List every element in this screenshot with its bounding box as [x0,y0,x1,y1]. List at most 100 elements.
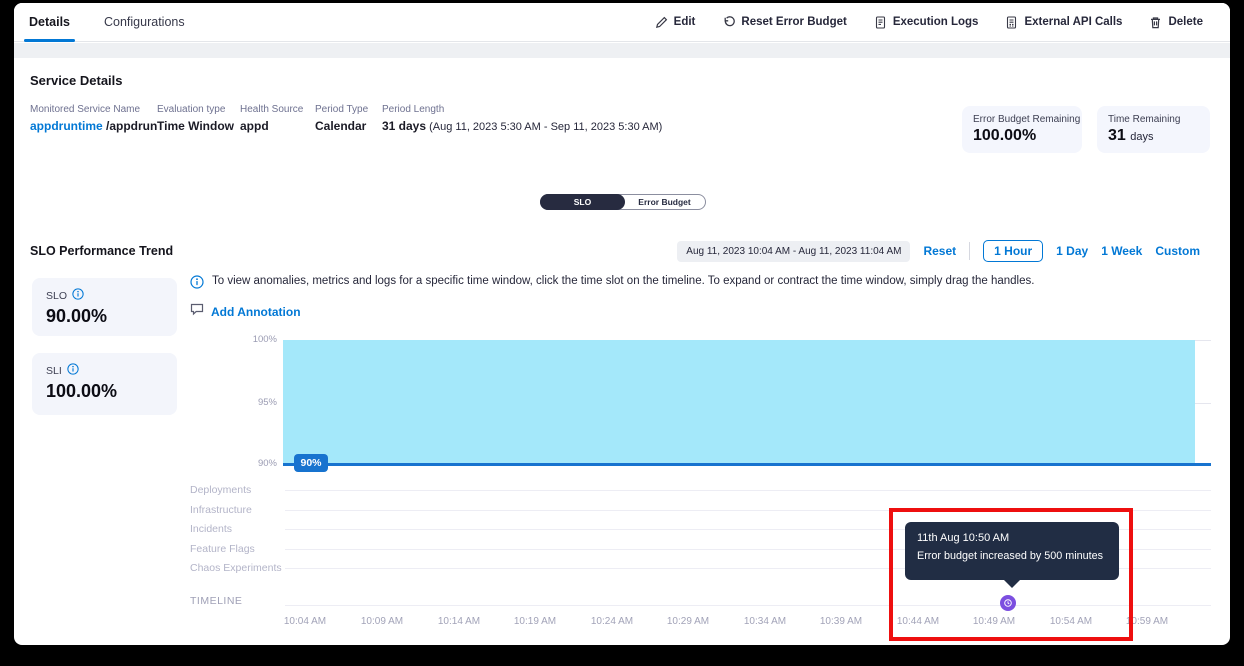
slo-value: 90.00% [46,306,163,327]
sli-value: 100.00% [46,381,163,402]
reset-error-budget-button[interactable]: Reset Error Budget [722,16,846,29]
range-1-day-button[interactable]: 1 Day [1056,244,1088,258]
external-api-calls-label: External API Calls [1024,16,1122,28]
field-period-length: Period Length 31 days (Aug 11, 2023 5:30… [382,104,662,133]
field-period-type: Period Type Calendar [315,104,368,133]
card-label: Error Budget Remaining [973,114,1071,125]
card-value: 100.00% [973,127,1071,145]
field-label: Monitored Service Name [30,104,157,115]
tab-details-label: Details [29,15,70,29]
y-tick-90: 90% [214,458,277,469]
period-length-value: 31 days [382,119,426,133]
field-label: Period Length [382,104,662,115]
active-tab-underline [24,39,75,42]
slo-target-badge: 90% [294,454,328,472]
divider [969,242,970,260]
card-value: 31 [1108,127,1126,144]
x-tick: 10:49 AM [954,616,1034,627]
section-divider-band [14,43,1230,58]
timeline-label: TIMELINE [190,595,242,607]
info-banner: To view anomalies, metrics and logs for … [190,275,1034,294]
field-label: Period Type [315,104,368,115]
pencil-icon [655,16,668,29]
execution-logs-label: Execution Logs [893,16,979,28]
field-label: Health Source [240,104,303,115]
field-monitored-service-name: Monitored Service Name appdruntime /appd… [30,104,157,133]
external-api-calls-button[interactable]: External API Calls [1005,16,1122,29]
x-tick: 10:39 AM [801,616,881,627]
toggle-option-slo[interactable]: SLO [540,194,625,210]
sli-info-icon[interactable] [67,363,79,378]
x-tick: 10:04 AM [265,616,345,627]
tab-configurations-label: Configurations [104,15,185,29]
x-tick: 10:09 AM [342,616,422,627]
info-icon [190,275,204,294]
reset-button[interactable]: Reset [923,244,956,258]
toggle-option-error-budget[interactable]: Error Budget [624,195,705,209]
x-tick: 10:24 AM [572,616,652,627]
range-1-hour-button[interactable]: 1 Hour [983,240,1043,262]
x-tick: 10:54 AM [1031,616,1111,627]
document-lines-icon [1005,16,1018,29]
period-length-dates: (Aug 11, 2023 5:30 AM - Sep 11, 2023 5:3… [426,121,662,133]
sli-label: SLI [46,365,62,377]
tooltip-caret [1004,580,1020,592]
lane-deployments: Deployments [190,484,251,496]
tab-configurations[interactable]: Configurations [99,3,190,41]
time-remaining-card: Time Remaining 31 days [1097,106,1210,153]
trash-icon [1149,16,1162,29]
slo-info-icon[interactable] [72,288,84,303]
tab-details[interactable]: Details [24,3,75,41]
top-tab-bar: Details Configurations Edit Reset Error … [14,3,1230,42]
lane-chaos-experiments: Chaos Experiments [190,562,282,574]
delete-button[interactable]: Delete [1149,16,1203,29]
field-evaluation-type: Evaluation type Time Window [157,104,234,133]
edit-button[interactable]: Edit [655,16,696,29]
x-tick: 10:14 AM [419,616,499,627]
monitored-service-suffix: /appdrun [103,119,158,133]
trend-title: SLO Performance Trend [30,244,173,258]
app-window: Details Configurations Edit Reset Error … [14,3,1230,645]
annotation-marker-icon[interactable] [1000,595,1016,611]
sli-area-series[interactable] [283,340,1195,464]
field-value: Calendar [315,119,368,133]
edit-label: Edit [674,16,696,28]
tab-group: Details Configurations [14,3,214,41]
execution-logs-button[interactable]: Execution Logs [874,16,979,29]
trend-controls: Aug 11, 2023 10:04 AM - Aug 11, 2023 11:… [677,240,1200,262]
timeline-line[interactable] [285,605,1211,606]
lane-incidents: Incidents [190,523,232,535]
x-tick: 10:44 AM [878,616,958,627]
x-tick: 10:34 AM [725,616,805,627]
card-unit: days [1130,131,1153,143]
add-annotation-button[interactable]: Add Annotation [190,302,301,321]
annotation-tooltip: 11th Aug 10:50 AM Error budget increased… [905,522,1119,580]
lane-line [285,490,1211,491]
date-range-pill[interactable]: Aug 11, 2023 10:04 AM - Aug 11, 2023 11:… [677,241,910,262]
document-icon [874,16,887,29]
x-tick: 10:59 AM [1107,616,1187,627]
slo-target-line [283,463,1211,466]
x-tick: 10:19 AM [495,616,575,627]
range-1-week-button[interactable]: 1 Week [1101,244,1142,258]
reset-error-budget-label: Reset Error Budget [741,16,846,28]
x-tick: 10:29 AM [648,616,728,627]
tooltip-message: Error budget increased by 500 minutes [917,550,1107,562]
tooltip-timestamp: 11th Aug 10:50 AM [917,532,1107,544]
y-tick-100: 100% [214,334,277,345]
y-tick-95: 95% [214,397,277,408]
field-value: Time Window [157,119,234,133]
header-actions: Edit Reset Error Budget Execution Logs E… [655,16,1230,29]
lane-line [285,510,1211,511]
add-annotation-label: Add Annotation [211,305,301,319]
slo-label: SLO [46,290,67,302]
field-value: appd [240,119,303,133]
slo-errorbudget-toggle: SLO Error Budget [540,194,706,210]
slo-card: SLO 90.00% [32,278,177,336]
speech-bubble-icon [190,302,204,321]
field-label: Evaluation type [157,104,234,115]
lane-feature-flags: Feature Flags [190,543,255,555]
range-custom-button[interactable]: Custom [1155,244,1200,258]
reset-icon [722,16,735,29]
monitored-service-link[interactable]: appdruntime [30,119,103,133]
